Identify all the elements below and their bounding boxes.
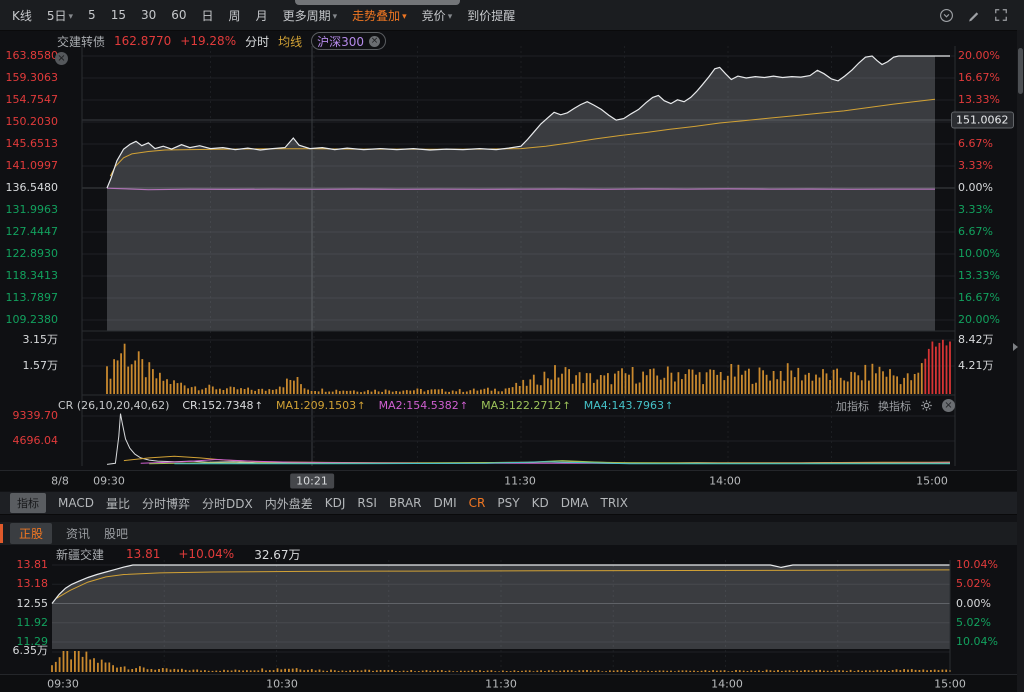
chevron-down-icon: [448, 8, 453, 22]
time-label: 8/8: [51, 475, 69, 488]
stock-trading-app: 163.8580159.3063154.7547150.2030145.6513…: [0, 0, 1024, 692]
toolbar-item-label: 更多周期: [283, 7, 331, 24]
time-label: 11:30: [504, 475, 536, 488]
time-label: 11:30: [485, 678, 517, 691]
toolbar-item-30min[interactable]: 30: [141, 8, 156, 22]
time-label: 09:30: [93, 475, 125, 488]
cr-ma2-value: MA2:154.5382: [379, 399, 469, 412]
cr-pane-actions: 加指标 换指标: [836, 398, 955, 414]
indicator-tab-bar: 指标 MACD 量比 分时博弈 分时DDX 内外盘差 KDJ RSI BRAR …: [0, 492, 1024, 515]
chart-close-icon[interactable]: [55, 52, 68, 65]
cr-ma1-value: MA1:209.1503: [276, 399, 366, 412]
parent-stock-change: +10.04%: [178, 547, 234, 561]
toolbar-item-5min[interactable]: 5: [88, 8, 96, 22]
add-indicator-button[interactable]: 加指标: [836, 398, 869, 414]
toolbar-item-label: 竞价: [422, 7, 446, 24]
avg-line-toggle[interactable]: 均线: [278, 33, 302, 50]
crosshair-time-badge: 10:21: [290, 474, 334, 489]
cr-ma4-value: MA4:143.7963: [584, 399, 674, 412]
cr-ma3-value: MA3:122.2712: [481, 399, 571, 412]
scrollbar-thumb[interactable]: [1018, 48, 1023, 94]
annotate-pen-icon[interactable]: [967, 8, 981, 22]
overlay-pill-hs300[interactable]: 沪深300: [311, 32, 386, 50]
indicator-tab-dma[interactable]: DMA: [561, 496, 589, 510]
toolbar-item-15min[interactable]: 15: [111, 8, 126, 22]
switch-indicator-button[interactable]: 换指标: [878, 398, 911, 414]
last-price: 162.8770: [114, 34, 171, 48]
toolbar-item-month[interactable]: 月: [256, 7, 268, 24]
toolbar-item-5day[interactable]: 5日: [47, 7, 73, 24]
indicator-tab-macd[interactable]: MACD: [58, 496, 94, 510]
indicator-tab-cr[interactable]: CR: [469, 496, 486, 510]
toolbar-item-week[interactable]: 周: [229, 7, 241, 24]
fullscreen-icon[interactable]: [994, 8, 1008, 22]
tab-forum[interactable]: 股吧: [104, 525, 128, 542]
time-label: 09:30: [47, 678, 79, 691]
chevron-down-icon: [69, 8, 74, 22]
time-label: 10:30: [266, 678, 298, 691]
tab-news[interactable]: 资讯: [66, 525, 90, 542]
active-tab-accent: [0, 524, 3, 543]
indicator-tab-neiwai-pancha[interactable]: 内外盘差: [265, 495, 313, 512]
indicator-tab-fenshi-ddx[interactable]: 分时DDX: [202, 495, 253, 512]
toolbar-item-day[interactable]: 日: [202, 7, 214, 24]
main-time-axis: 8/8 09:30 10:21 11:30 14:00 15:00: [0, 470, 1024, 491]
parent-price-area-fill: [52, 565, 950, 649]
time-label: 15:00: [916, 475, 948, 488]
toolbar-item-60min[interactable]: 60: [171, 8, 186, 22]
toolbar-item-overlay-mode[interactable]: 走势叠加: [352, 7, 407, 24]
settings-gear-icon[interactable]: [920, 399, 933, 412]
indicator-tab-trix[interactable]: TRIX: [601, 496, 628, 510]
cr-value: CR:152.7348: [182, 399, 263, 412]
parent-stock-name[interactable]: 新疆交建: [56, 546, 104, 563]
toolbar-item-more-periods[interactable]: 更多周期: [283, 7, 338, 24]
minute-mode-label[interactable]: 分时: [245, 33, 269, 50]
cr-params: CR (26,10,20,40,62): [58, 399, 169, 412]
bottom-tab-bar: 正股 资讯 股吧: [0, 522, 1024, 545]
cr-indicator-header: CR (26,10,20,40,62) CR:152.7348 MA1:209.…: [58, 398, 955, 413]
indicator-tab-fenshi-boyi[interactable]: 分时博弈: [142, 495, 190, 512]
chart-header: 交建转债 162.8770 +19.28% 分时 均线 沪深300: [57, 33, 386, 49]
time-label: 14:00: [709, 475, 741, 488]
charts-canvas: [0, 0, 1024, 692]
toolbar-item-label: 5日: [47, 7, 67, 24]
period-toolbar: K线 5日 5 15 30 60 日 周 月 更多周期 走势叠加 竞价 到价提醒: [0, 0, 1024, 31]
parent-stock-turnover: 32.67万: [254, 546, 300, 563]
history-clock-icon[interactable]: [939, 8, 954, 23]
time-label: 15:00: [934, 678, 966, 691]
right-scrollbar: [1017, 30, 1024, 692]
indicator-tab-liangbi[interactable]: 量比: [106, 495, 130, 512]
parent-stock-price: 13.81: [126, 547, 160, 561]
toolbar-item-price-alert[interactable]: 到价提醒: [467, 7, 515, 24]
indicator-tab-brar[interactable]: BRAR: [389, 496, 422, 510]
indicator-tab-dmi[interactable]: DMI: [434, 496, 457, 510]
parent-stock-info: 新疆交建 13.81 +10.04% 32.67万: [56, 546, 301, 562]
chevron-down-icon: [402, 8, 407, 22]
time-label: 14:00: [711, 678, 743, 691]
chevron-down-icon: [333, 8, 338, 22]
toolbar-right-icons: [939, 0, 1008, 30]
indicator-tab-kdj[interactable]: KDJ: [325, 496, 346, 510]
change-percent: +19.28%: [180, 34, 236, 48]
indicator-tab-psy[interactable]: PSY: [497, 496, 519, 510]
overlay-pill-label: 沪深300: [317, 33, 364, 50]
toolbar-item-auction[interactable]: 竞价: [422, 7, 453, 24]
indicator-tab-kd[interactable]: KD: [532, 496, 549, 510]
pane-expand-arrow-icon[interactable]: [1013, 343, 1018, 351]
security-name: 交建转债: [57, 33, 105, 50]
tab-parent-stock[interactable]: 正股: [10, 523, 52, 544]
remove-indicator-icon[interactable]: [942, 399, 955, 412]
bottom-time-axis: 09:30 10:30 11:30 14:00 15:00: [0, 674, 1024, 692]
toolbar-item-label: 走势叠加: [352, 7, 400, 24]
toolbar-item-kline[interactable]: K线: [12, 7, 32, 24]
indicator-bar-label: 指标: [10, 493, 46, 513]
overlay-remove-icon[interactable]: [369, 36, 380, 47]
indicator-tab-rsi[interactable]: RSI: [357, 496, 377, 510]
window-drag-strip: [295, 0, 460, 5]
